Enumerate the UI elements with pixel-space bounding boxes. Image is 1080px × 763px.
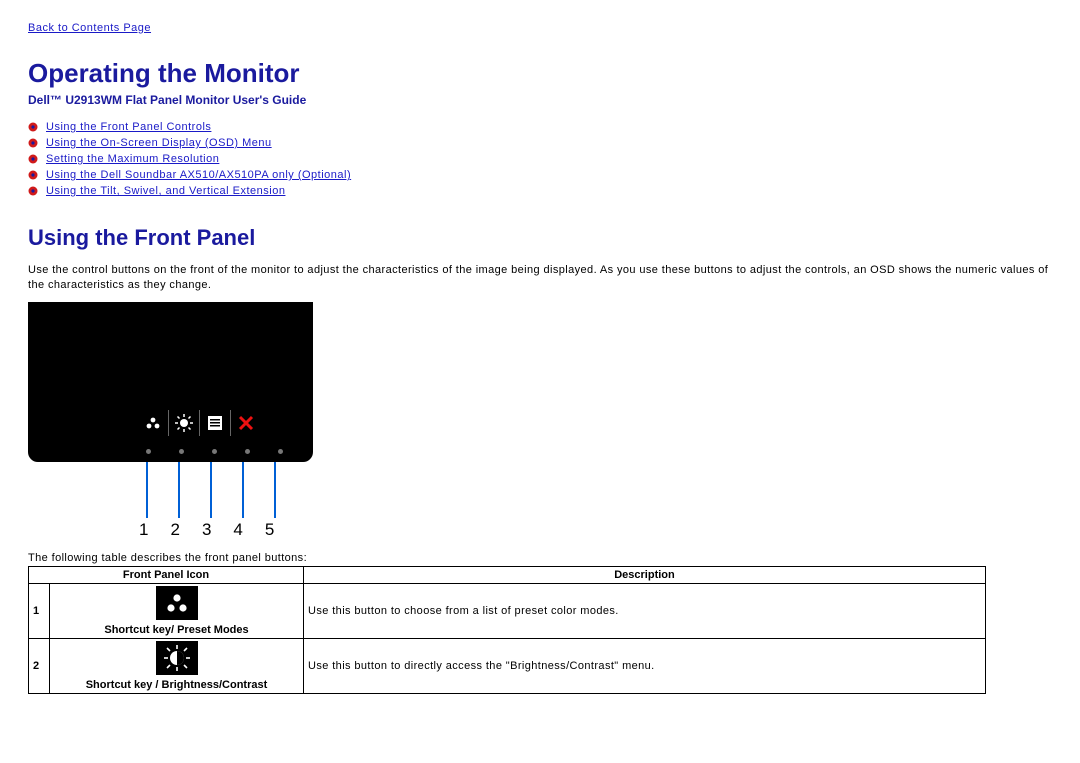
page-title: Operating the Monitor [28,58,1052,89]
diagram-number: 4 [233,520,242,540]
icon-caption: Shortcut key/ Preset Modes [104,624,248,636]
back-to-contents-link[interactable]: Back to Contents Page [28,22,151,34]
bullet-icon [28,154,38,164]
toc-link[interactable]: Using the Dell Soundbar AX510/AX510PA on… [46,169,351,181]
front-panel-table: Front Panel Icon Description 1 Shortcut … [28,566,986,694]
table-row: 1 Shortcut key/ Preset Modes Use this bu… [29,583,986,638]
toc-link[interactable]: Setting the Maximum Resolution [46,153,219,165]
table-caption: The following table describes the front … [28,552,1052,564]
section-intro-text: Use the control buttons on the front of … [28,263,1052,294]
diagram-number: 1 [139,520,148,540]
table-of-contents: Using the Front Panel Controls Using the… [28,121,1052,197]
bullet-icon [28,170,38,180]
bullet-icon [28,138,38,148]
preset-modes-icon [138,410,169,436]
toc-link[interactable]: Using the Front Panel Controls [46,121,211,133]
row-description: Use this button to directly access the "… [304,638,986,693]
front-panel-diagram: 1 2 3 4 5 [28,302,313,540]
row-description: Use this button to choose from a list of… [304,583,986,638]
close-icon [231,410,261,436]
page-subtitle: Dell™ U2913WM Flat Panel Monitor User's … [28,93,1052,107]
bullet-icon [28,186,38,196]
diagram-number: 2 [170,520,179,540]
icon-caption: Shortcut key / Brightness/Contrast [86,679,268,691]
toc-link[interactable]: Using the Tilt, Swivel, and Vertical Ext… [46,185,285,197]
brightness-icon [169,410,200,436]
section-heading: Using the Front Panel [28,225,1052,251]
diagram-number: 5 [265,520,274,540]
brightness-contrast-icon [156,641,198,675]
row-number: 2 [29,638,50,693]
table-header-desc: Description [304,566,986,583]
menu-icon [200,410,231,436]
table-row: 2 [29,638,986,693]
row-number: 1 [29,583,50,638]
bullet-icon [28,122,38,132]
toc-link[interactable]: Using the On-Screen Display (OSD) Menu [46,137,272,149]
diagram-number: 3 [202,520,211,540]
preset-modes-icon [156,586,198,620]
table-header-icon: Front Panel Icon [29,566,304,583]
